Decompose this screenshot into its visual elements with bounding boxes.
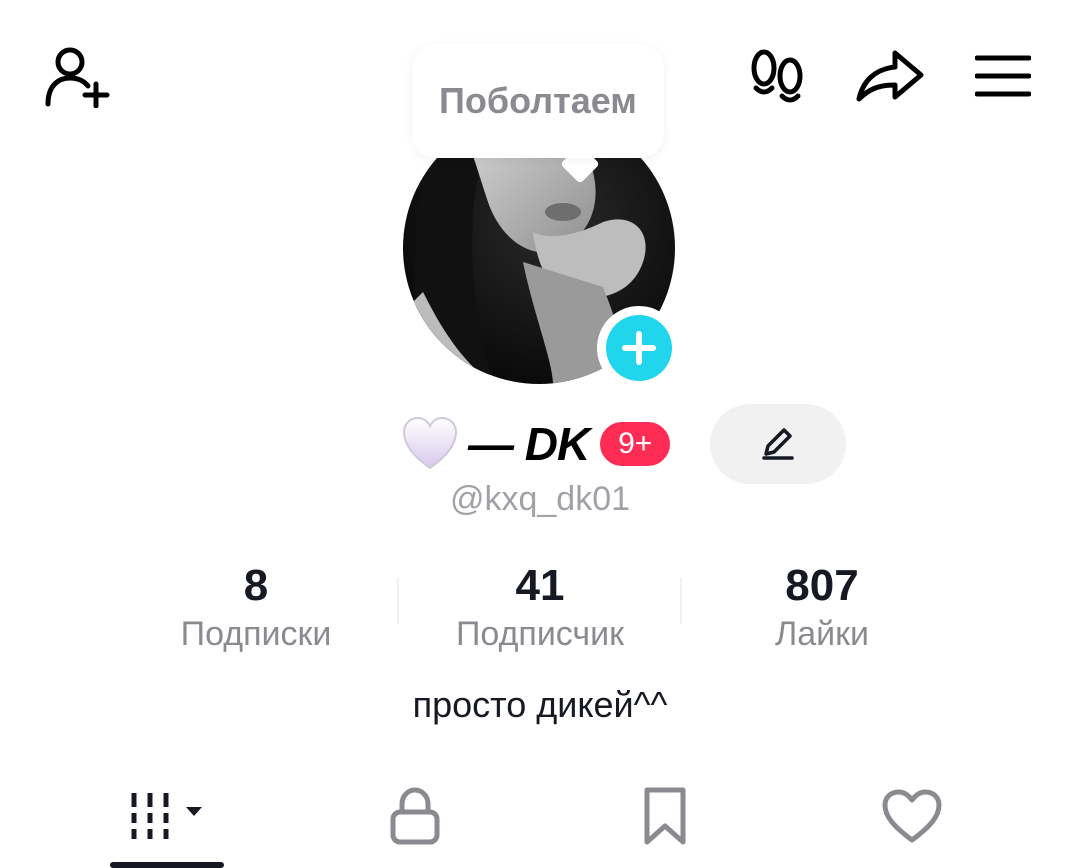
- tab-private[interactable]: [370, 778, 460, 854]
- tab-liked[interactable]: [866, 778, 958, 854]
- share-arrow-icon: [856, 50, 924, 102]
- stat-likes[interactable]: 807 Лайки: [692, 560, 952, 656]
- tab-videos[interactable]: [110, 778, 230, 854]
- person-plus-icon: [45, 47, 110, 108]
- add-friend-button[interactable]: [38, 40, 118, 112]
- profile-name-row: — DK 9+: [400, 406, 674, 482]
- stat-divider: [397, 578, 399, 624]
- bookmark-icon: [644, 787, 686, 845]
- add-story-button[interactable]: [597, 306, 681, 390]
- white-heart-icon: [402, 416, 458, 470]
- stat-likes-value: 807: [785, 561, 859, 610]
- heart-outline-icon: [882, 789, 942, 843]
- hamburger-menu-icon: [975, 55, 1031, 97]
- stat-following-label: Подписки: [180, 615, 332, 653]
- status-bubble-text: Поболтаем: [439, 80, 637, 121]
- stat-followers-label: Подписчик: [455, 615, 625, 653]
- stat-followers-value: 41: [515, 561, 565, 610]
- status-bubble[interactable]: Поболтаем: [412, 44, 664, 158]
- stat-following[interactable]: 8 Подписки: [126, 560, 386, 656]
- stat-following-value: 8: [243, 561, 269, 610]
- profile-username: @kxq_dk01: [449, 480, 631, 518]
- footprints-icon: [751, 49, 803, 103]
- profile-views-button[interactable]: [742, 44, 814, 108]
- share-profile-button[interactable]: [850, 44, 930, 108]
- plus-icon: [622, 331, 656, 365]
- videos-grid-icon: [131, 793, 202, 839]
- profile-nickname: — DK: [468, 418, 590, 470]
- stat-divider: [680, 578, 682, 624]
- pencil-icon: [762, 428, 794, 460]
- profile-bio: просто дикей^^: [412, 684, 668, 725]
- add-story-circle: [606, 315, 672, 381]
- active-tab-indicator: [110, 862, 224, 868]
- menu-button[interactable]: [970, 44, 1036, 108]
- stat-followers[interactable]: 41 Подписчик: [410, 560, 670, 656]
- stat-likes-label: Лайки: [774, 615, 870, 653]
- lock-icon: [390, 787, 440, 845]
- tab-saved[interactable]: [620, 778, 710, 854]
- notification-badge[interactable]: 9+: [597, 419, 674, 469]
- edit-profile-button[interactable]: [710, 404, 846, 484]
